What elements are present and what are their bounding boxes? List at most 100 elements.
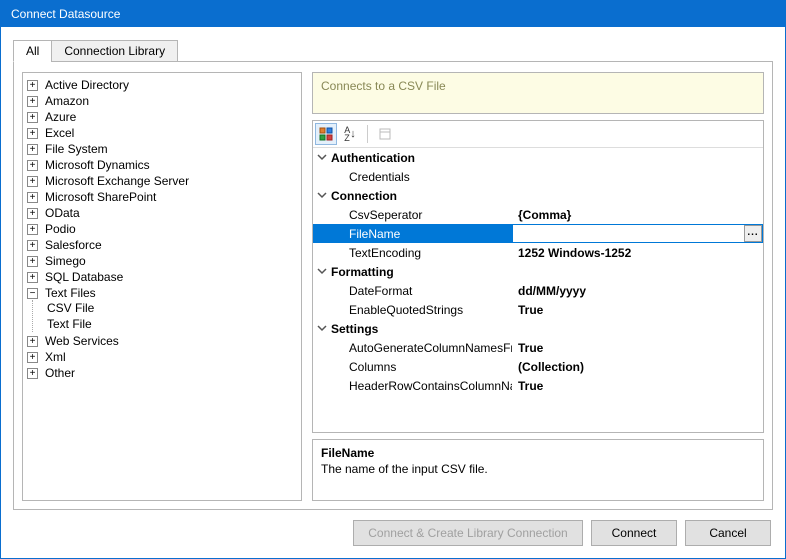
- chevron-down-icon[interactable]: [313, 265, 331, 279]
- tree-item[interactable]: + File System: [27, 142, 301, 156]
- window-title-bar: Connect Datasource: [1, 1, 785, 27]
- connect-label: Connect: [612, 526, 657, 540]
- expand-icon[interactable]: +: [27, 160, 38, 171]
- expand-icon[interactable]: +: [27, 352, 38, 363]
- property-row[interactable]: CsvSeperator{Comma}: [313, 205, 763, 224]
- property-value[interactable]: {Comma}: [512, 208, 763, 222]
- expand-icon[interactable]: +: [27, 128, 38, 139]
- expand-icon[interactable]: +: [27, 224, 38, 235]
- tree-item[interactable]: +Microsoft Dynamics: [27, 158, 301, 172]
- tree-item[interactable]: + Azure: [27, 110, 301, 124]
- tree-item[interactable]: + Other: [27, 366, 301, 380]
- expand-icon[interactable]: +: [27, 80, 38, 91]
- property-category[interactable]: Connection: [313, 186, 763, 205]
- tree-item-label: Other: [45, 366, 75, 380]
- property-row[interactable]: HeaderRowContainsColumnNamesTrue: [313, 376, 763, 395]
- tree-item-label: Azure: [45, 110, 76, 124]
- category-label: Formatting: [331, 265, 763, 279]
- property-value[interactable]: (Collection): [512, 360, 763, 374]
- cancel-button[interactable]: Cancel: [685, 520, 771, 546]
- property-name: HeaderRowContainsColumnNames: [331, 379, 512, 393]
- chevron-down-icon[interactable]: [313, 322, 331, 336]
- tree-item[interactable]: +OData: [27, 206, 301, 220]
- tree-item[interactable]: + Xml: [27, 350, 301, 364]
- tree-item[interactable]: +Podio: [27, 222, 301, 236]
- tree-item[interactable]: + Microsoft Exchange Server: [27, 174, 301, 188]
- property-description: FileName The name of the input CSV file.: [312, 439, 764, 501]
- property-row[interactable]: DateFormatdd/MM/yyyy: [313, 281, 763, 300]
- chevron-down-icon[interactable]: [313, 189, 331, 203]
- tree-item-label: Simego: [45, 254, 86, 268]
- tree-item[interactable]: +Salesforce: [27, 238, 301, 252]
- collapse-icon[interactable]: −: [27, 288, 38, 299]
- tree-item-label: Active Directory: [45, 78, 129, 92]
- tree-item-label: Text Files: [45, 286, 96, 300]
- tree-item[interactable]: + Active Directory: [27, 78, 301, 92]
- property-row[interactable]: Columns(Collection): [313, 357, 763, 376]
- property-category[interactable]: Authentication: [313, 148, 763, 167]
- property-row[interactable]: AutoGenerateColumnNamesFromHeaderTrue: [313, 338, 763, 357]
- content-area: All Connection Library + Active Directory…: [1, 27, 785, 558]
- property-value[interactable]: True: [512, 379, 763, 393]
- expand-icon[interactable]: +: [27, 208, 38, 219]
- tree-item-label: CSV File: [47, 301, 94, 315]
- expand-icon[interactable]: +: [27, 336, 38, 347]
- property-value[interactable]: True: [512, 341, 763, 355]
- tree-item[interactable]: Text File: [47, 317, 301, 331]
- property-pages-icon: [374, 123, 396, 145]
- tab-connection-library[interactable]: Connection Library: [51, 40, 178, 62]
- tree-item-label: SQL Database: [45, 270, 123, 284]
- window-title: Connect Datasource: [11, 7, 120, 21]
- property-name: DateFormat: [331, 284, 512, 298]
- property-grid: Authentication CredentialsConnectionCsvSe…: [313, 148, 763, 432]
- category-label: Authentication: [331, 151, 763, 165]
- tree-item[interactable]: + SQL Database: [27, 270, 301, 284]
- property-row[interactable]: Credentials: [313, 167, 763, 186]
- expand-icon[interactable]: +: [27, 96, 38, 107]
- expand-icon[interactable]: +: [27, 192, 38, 203]
- expand-icon[interactable]: +: [27, 144, 38, 155]
- tab-all[interactable]: All: [13, 40, 52, 62]
- tree-item-label: File System: [45, 142, 108, 156]
- property-row[interactable]: EnableQuotedStringsTrue: [313, 300, 763, 319]
- tab-connection-library-label: Connection Library: [64, 44, 165, 58]
- tab-all-label: All: [26, 44, 39, 58]
- property-value[interactable]: True: [512, 303, 763, 317]
- tree-item[interactable]: +Microsoft SharePoint: [27, 190, 301, 204]
- tree-item[interactable]: +Excel: [27, 126, 301, 140]
- tree-item[interactable]: −Text Files: [27, 286, 301, 300]
- property-toolbar: AZ↓: [313, 121, 763, 148]
- categorized-icon[interactable]: [315, 123, 337, 145]
- property-row[interactable]: TextEncoding1252 Windows-1252: [313, 243, 763, 262]
- connect-create-library-button[interactable]: Connect & Create Library Connection: [353, 520, 583, 546]
- connect-button[interactable]: Connect: [591, 520, 677, 546]
- tree-item[interactable]: + Simego: [27, 254, 301, 268]
- browse-button[interactable]: ...: [744, 225, 762, 242]
- expand-icon[interactable]: +: [27, 112, 38, 123]
- property-category[interactable]: Settings: [313, 319, 763, 338]
- property-value[interactable]: dd/MM/yyyy: [512, 284, 763, 298]
- tree-item-label: Microsoft Exchange Server: [45, 174, 189, 188]
- tree-item[interactable]: + Amazon: [27, 94, 301, 108]
- tab-panel: All Connection Library +Active Directory…: [13, 61, 773, 510]
- expand-icon[interactable]: +: [27, 240, 38, 251]
- expand-icon[interactable]: +: [27, 176, 38, 187]
- expand-icon[interactable]: +: [27, 272, 38, 283]
- tree-item[interactable]: CSV File: [47, 301, 301, 315]
- property-row[interactable]: FileName...: [313, 224, 763, 243]
- property-category[interactable]: Formatting: [313, 262, 763, 281]
- property-name: AutoGenerateColumnNamesFromHeader: [331, 341, 512, 355]
- alpha-sort-icon[interactable]: AZ↓: [339, 123, 361, 145]
- tree-item-label: Amazon: [45, 94, 89, 108]
- chevron-down-icon[interactable]: [313, 151, 331, 165]
- expand-icon[interactable]: +: [27, 368, 38, 379]
- tree-item-label: Xml: [45, 350, 66, 364]
- property-value[interactable]: 1252 Windows-1252: [512, 246, 763, 260]
- expand-icon[interactable]: +: [27, 256, 38, 267]
- tree-pane: +Active Directory+Amazon+Azure+Excel+Fil…: [22, 72, 302, 501]
- toolbar-separator: [367, 125, 368, 143]
- description-text: The name of the input CSV file.: [321, 462, 755, 476]
- tree-item-label: Web Services: [45, 334, 119, 348]
- property-value[interactable]: ...: [512, 224, 763, 243]
- tree-item[interactable]: + Web Services: [27, 334, 301, 348]
